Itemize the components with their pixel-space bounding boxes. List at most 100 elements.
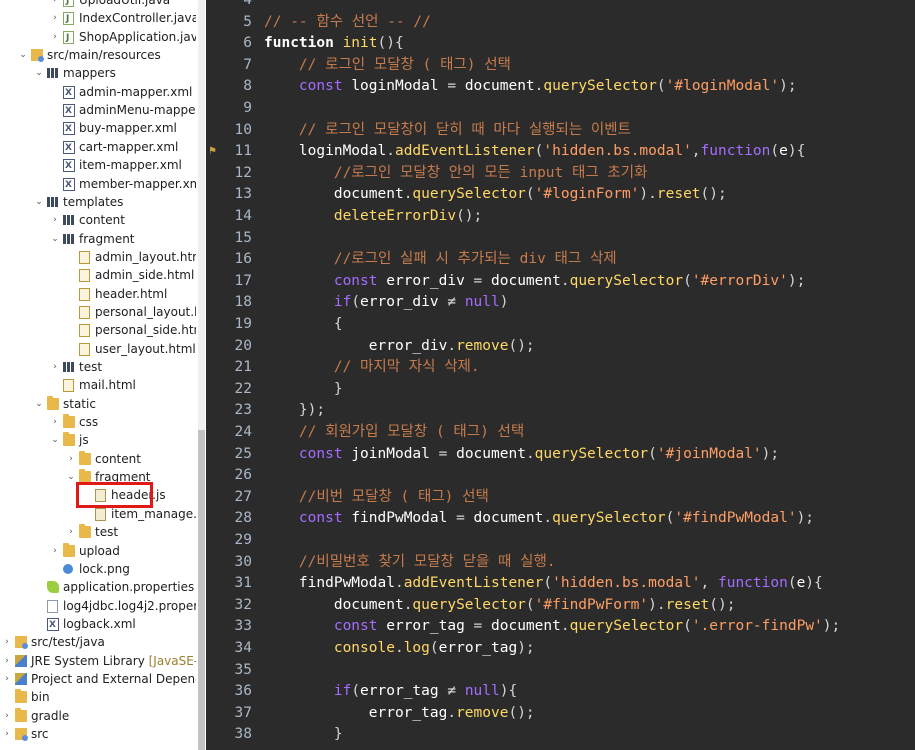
chevron-right-icon[interactable]: › [2,707,12,725]
tree-item[interactable]: member-mapper.xml [0,175,196,194]
chevron-down-icon[interactable]: ⌄ [50,230,60,248]
tree-item-label: logback.xml [63,616,136,631]
tree-item[interactable]: › JRE System Library [JavaSE-17 [0,652,196,670]
tree-item[interactable]: personal_layout.html [0,303,196,321]
tree-item[interactable]: › UploadUtil.java [0,0,196,10]
line-number: 38 [234,726,252,743]
code-token: '#loginModal' [665,78,780,95]
code-token: ( [648,445,657,462]
tree-item-label: admin_layout.html [95,249,196,264]
tree-item[interactable]: › content [0,211,196,229]
chevron-right-icon[interactable]: › [50,211,60,229]
tree-item[interactable]: admin_side.html [0,266,196,284]
code-token: ( [656,78,666,95]
tree-item[interactable]: log4jdbc.log4j2.properties [0,597,196,615]
code-token: reset [665,596,710,613]
tree-item[interactable]: › gradle [0,707,196,725]
code-text: const error_div = document.querySelector… [264,271,805,293]
tree-item[interactable]: › css [0,413,196,431]
tree-item[interactable]: ⌄ fragment [0,230,196,248]
code-token: e [779,143,788,160]
code-token: . [560,618,570,635]
tree-item[interactable]: ⌄ js [0,431,196,449]
chevron-down-icon[interactable]: ⌄ [34,193,44,211]
folder-icon [15,707,27,722]
chevron-right-icon[interactable]: › [2,725,12,743]
tree-item[interactable]: › Project and External Depende [0,670,196,688]
tree-item[interactable]: item-mapper.xml [0,156,196,175]
tree-item[interactable]: ⌄ mappers [0,64,196,82]
tree-item[interactable]: › src/test/java [0,633,196,651]
tree-item[interactable]: lock.png [0,560,196,578]
tree-item[interactable]: › upload [0,542,196,560]
line-number: 22 [234,380,252,397]
code-token: //비밀번호 찾기 모달창 닫을 때 실행. [298,553,556,570]
tree-item[interactable]: bin [0,688,196,706]
line-number: 15 [234,229,252,246]
chevron-right-icon[interactable]: › [2,670,12,688]
tree-item[interactable]: cart-mapper.xml [0,138,196,157]
chevron-down-icon[interactable]: ⌄ [34,395,44,413]
chevron-down-icon[interactable]: ⌄ [34,64,44,82]
code-token: , [700,575,718,592]
tree-item[interactable]: adminMenu-mapper.xml [0,101,196,120]
code-token: joinModal [351,445,430,462]
code-token: // 마지막 자식 삭제. [333,359,480,376]
tree-item[interactable]: ⌄ static [0,395,196,413]
chevron-right-icon[interactable]: › [50,28,60,46]
tree-item[interactable]: buy-mapper.xml [0,119,196,138]
tree-item[interactable]: personal_side.html [0,321,196,339]
tree-item[interactable]: user_layout.html [0,340,196,358]
chevron-right-icon[interactable]: › [50,0,60,9]
chevron-right-icon[interactable]: › [50,542,60,560]
tree-item[interactable]: › content [0,450,196,468]
chevron-right-icon[interactable]: › [66,523,76,541]
chevron-right-icon[interactable]: › [2,633,12,651]
tree-item-label: templates [63,194,124,209]
code-token: const [333,618,378,635]
code-text: const findPwModal = document.querySelect… [264,508,814,530]
tree-item[interactable]: ⌄ templates [0,193,196,211]
tree-item-label: fragment [79,231,135,246]
tree-item[interactable]: admin_layout.html [0,248,196,266]
explorer-scrollbar-thumb[interactable] [198,430,205,750]
tree-item[interactable]: › ShopApplication.java [0,28,196,47]
html-file-icon [79,250,90,264]
tree-item[interactable]: admin-mapper.xml [0,83,196,102]
chevron-right-icon[interactable]: › [2,652,12,670]
chevron-right-icon[interactable]: › [50,9,60,27]
chevron-down-icon[interactable]: ⌄ [18,46,28,64]
code-editor[interactable]: 4 5 6 7 8 9 10 11 ⚑ 12 13 14 15 16 17 18 19 20 21 22 23 24 25 2… [206,0,915,750]
tree-item[interactable]: mail.html [0,376,196,394]
tree-item[interactable]: › test [0,523,196,541]
chevron-right-icon[interactable]: › [66,450,76,468]
chevron-right-icon[interactable]: › [50,358,60,376]
code-token: loginModal [298,143,387,160]
tree-item[interactable]: › IndexController.java [0,9,196,28]
tree-item[interactable]: application.properties [0,578,196,596]
code-area[interactable]: // -- 함수 선언 -- //function init(){ // 로그인… [256,0,915,750]
tree-item[interactable]: › src [0,725,196,743]
code-token: document [464,78,535,95]
tree-item[interactable]: header.html [0,285,196,303]
folder-icon [47,395,59,410]
chevron-right-icon[interactable]: › [50,413,60,431]
tree-item[interactable]: › test [0,358,196,376]
html-file-icon [63,379,74,393]
bookmark-marker-icon[interactable]: ⚑ [208,146,220,158]
chevron-down-icon[interactable]: ⌄ [50,431,60,449]
code-text: }); [264,400,325,422]
tree-item-label: ShopApplication.java [79,29,196,44]
tree-item[interactable]: ⌄ src/main/resources [0,46,196,64]
tree-item[interactable]: logback.xml [0,615,196,634]
code-token: if [333,683,352,700]
chevron-down-icon[interactable]: ⌄ [66,468,76,486]
code-token: function [700,143,771,160]
line-number: 24 [234,424,252,440]
line-number: 10 [234,121,252,138]
